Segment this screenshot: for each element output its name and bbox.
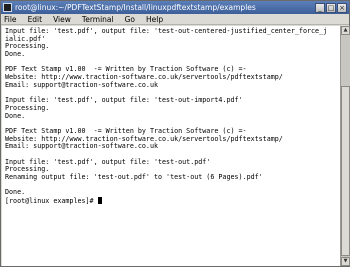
menu-help[interactable]: Help bbox=[146, 14, 163, 25]
title-bar[interactable]: root@linux:~/PDFTextStamp/Install/linuxp… bbox=[1, 1, 349, 14]
terminal-line: ialic.pdf' bbox=[5, 34, 46, 43]
maximize-button[interactable]: □ bbox=[326, 2, 336, 13]
terminal-line: Email: support@traction-software.co.uk bbox=[5, 80, 158, 89]
terminal-line: Input file: 'test.pdf', output file: 'te… bbox=[5, 96, 243, 105]
vertical-scrollbar[interactable]: ▲ ▼ bbox=[340, 26, 350, 266]
terminal-output[interactable]: Input file: 'test.pdf', output file: 'te… bbox=[2, 26, 340, 266]
shell-prompt: [root@linux examples]# bbox=[5, 197, 98, 206]
menu-view[interactable]: View bbox=[53, 14, 71, 25]
terminal-line: Done. bbox=[5, 188, 26, 197]
window-controls: _ □ × bbox=[315, 2, 347, 13]
terminal-icon bbox=[3, 3, 12, 12]
terminal-line: Done. bbox=[5, 111, 26, 120]
menu-go[interactable]: Go bbox=[125, 14, 135, 25]
terminal-line: Processing. bbox=[5, 42, 50, 51]
scrollbar-thumb[interactable] bbox=[341, 86, 350, 256]
menu-terminal[interactable]: Terminal bbox=[82, 14, 114, 25]
minimize-button[interactable]: _ bbox=[315, 2, 325, 13]
menu-edit[interactable]: Edit bbox=[28, 14, 43, 25]
terminal-line: Input file: 'test.pdf', output file: 'te… bbox=[5, 27, 328, 35]
scroll-down-arrow-icon[interactable]: ▼ bbox=[341, 257, 350, 266]
terminal-line: Processing. bbox=[5, 103, 50, 112]
prompt-line[interactable]: [root@linux examples]# bbox=[5, 197, 340, 205]
window-title: root@linux:~/PDFTextStamp/Install/linuxp… bbox=[15, 3, 256, 12]
terminal-line: Renaming output file: 'test-out.pdf' to … bbox=[5, 173, 263, 182]
scroll-up-arrow-icon[interactable]: ▲ bbox=[341, 26, 350, 35]
menu-bar: File Edit View Terminal Go Help bbox=[1, 14, 349, 25]
terminal-window: root@linux:~/PDFTextStamp/Install/linuxp… bbox=[0, 0, 350, 267]
text-cursor bbox=[97, 197, 102, 205]
terminal-line: Email: support@traction-software.co.uk bbox=[5, 142, 158, 151]
terminal-line: Done. bbox=[5, 50, 26, 59]
terminal-line: Input file: 'test.pdf', output file: 'te… bbox=[5, 157, 211, 166]
menu-file[interactable]: File bbox=[4, 14, 17, 25]
close-button[interactable]: × bbox=[337, 2, 347, 13]
